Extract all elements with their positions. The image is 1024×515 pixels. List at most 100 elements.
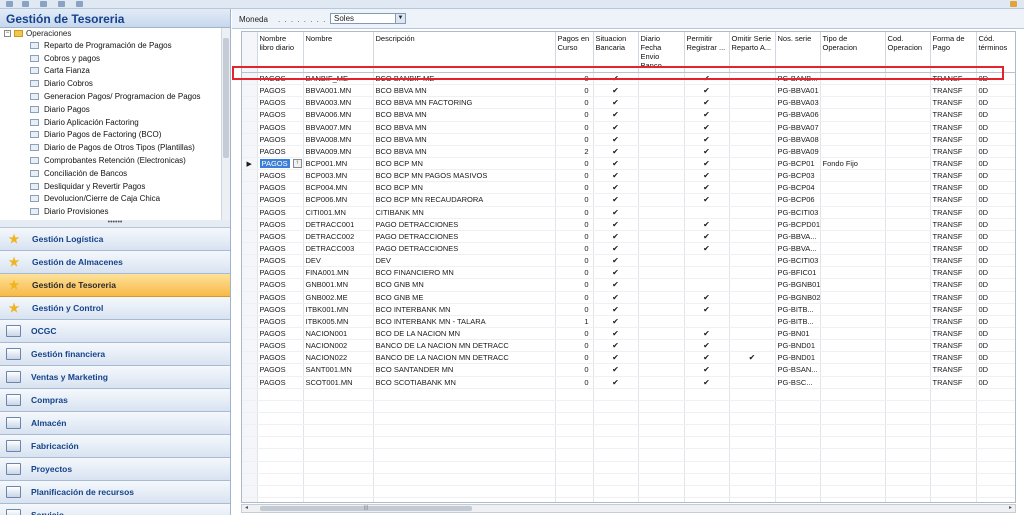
grid-cell[interactable] [257,388,304,401]
tree-scrollbar[interactable] [221,28,230,220]
grid-cell[interactable]: BBVA001.MN [303,84,374,98]
module-ventas-y-marketing[interactable]: Ventas y Marketing [0,366,230,389]
row-selector[interactable] [242,278,258,292]
grid-cell[interactable]: PG-BCITI03 [775,254,821,268]
grid-cell[interactable] [257,448,304,462]
grid-cell[interactable] [820,376,886,389]
module-gestión-de-almacenes[interactable]: ★ Gestión de Almacenes [0,251,230,274]
grid-cell[interactable] [820,84,886,98]
grid-cell[interactable]: TRANSF [930,133,977,146]
grid-cell[interactable]: 0 [555,278,594,292]
grid-cell[interactable] [684,485,730,498]
checkbox-cell[interactable]: ✔ [593,133,639,146]
module-compras[interactable]: Compras [0,389,230,412]
grid-cell[interactable] [820,278,886,292]
grid-cell[interactable]: PG-BSC... [775,376,821,389]
grid-cell[interactable]: PAGOS [257,291,304,304]
grid-cell[interactable]: 0D [976,376,1015,389]
checkbox-cell[interactable]: ✔ [593,169,639,183]
tree-item[interactable]: Conciliación de Bancos [0,167,230,180]
grid-cell[interactable] [885,121,931,134]
grid-cell[interactable] [885,424,931,438]
checkbox-cell[interactable] [729,339,776,353]
grid-cell[interactable] [638,436,685,450]
checkbox-cell[interactable] [638,254,685,268]
grid-cell[interactable]: PAGOS [257,351,304,365]
checkbox-cell[interactable]: ✔ [684,96,730,110]
checkbox-cell[interactable]: ✔ [593,218,639,231]
grid-cell[interactable] [775,473,821,486]
grid-cell[interactable]: 2 [555,145,594,158]
row-selector[interactable] [242,424,258,438]
grid-cell[interactable] [257,412,304,426]
toolbar-icon[interactable] [76,1,83,7]
grid-cell[interactable]: TRANSF [930,351,977,365]
grid-cell[interactable] [930,412,977,426]
grid-cell[interactable]: TRANSF [930,315,977,328]
grid-cell[interactable]: TRANSF [930,72,977,86]
table-row[interactable]: PAGOS DETRACC002 PAGO DETRACCIONES 0 ✔ ✔ PG-BB… [242,230,1015,243]
grid-cell[interactable]: 0D [976,84,1015,98]
empty-row[interactable] [242,497,1015,502]
grid-cell[interactable] [976,424,1015,438]
tree-item[interactable]: Devolucion/Cierre de Caja Chica [0,193,230,206]
grid-cell[interactable]: DETRACC003 [303,242,374,256]
grid-cell[interactable] [885,278,931,292]
checkbox-cell[interactable] [638,96,685,110]
checkbox-cell[interactable] [729,242,776,256]
grid-cell[interactable] [820,412,886,426]
grid-cell[interactable] [976,485,1015,498]
grid-cell[interactable] [303,473,374,486]
grid-cell[interactable] [775,497,821,502]
empty-row[interactable] [242,424,1015,438]
grid-cell[interactable] [729,448,776,462]
grid-cell[interactable] [684,400,730,413]
row-selector[interactable] [242,121,258,134]
grid-cell[interactable]: BBVA003.MN [303,96,374,110]
grid-cell[interactable]: 0 [555,363,594,377]
column-header[interactable]: Nos. serie [775,32,821,73]
grid-cell[interactable]: TRANSF [930,96,977,110]
checkbox-cell[interactable]: ✔ [593,121,639,134]
grid-cell[interactable] [820,206,886,219]
grid-cell[interactable]: TRANSF [930,303,977,316]
scroll-thumb[interactable]: ||| [260,506,472,511]
grid-cell[interactable] [775,400,821,413]
table-row[interactable]: PAGOS ITBK001.MN BCO INTERBANK MN 0 ✔ ✔ PG-BIT… [242,303,1015,316]
grid-cell[interactable]: 0 [555,169,594,183]
checkbox-cell[interactable] [729,157,776,171]
grid-cell[interactable]: PG-BGNB02 [775,291,821,304]
table-row[interactable]: PAGOS NACION002 BANCO DE LA NACION MN DETR… [242,339,1015,353]
scroll-thumb[interactable] [223,38,229,158]
grid-cell[interactable] [820,218,886,231]
grid-cell[interactable] [373,424,556,438]
row-selector[interactable] [242,473,258,486]
grid-cell[interactable]: 0D [976,193,1015,207]
grid-cell[interactable] [729,400,776,413]
grid-cell[interactable]: 0 [555,157,594,171]
table-row[interactable]: PAGOS BBVA006.MN BCO BBVA MN 0 ✔ ✔ PG-BBVA06 TR… [242,108,1015,122]
lookup-icon[interactable]: ↑ [292,159,302,169]
grid-cell[interactable]: 0 [555,121,594,134]
grid-cell[interactable]: BCO BBVA MN [373,84,556,98]
checkbox-cell[interactable]: ✔ [684,291,730,304]
row-selector[interactable] [242,108,258,122]
grid-cell[interactable] [976,400,1015,413]
grid-cell[interactable] [820,181,886,195]
checkbox-cell[interactable] [638,121,685,134]
checkbox-cell[interactable] [729,96,776,110]
grid-cell[interactable] [885,254,931,268]
grid-cell[interactable] [930,400,977,413]
grid-cell[interactable] [638,388,685,401]
grid-cell[interactable]: GNB001.MN [303,278,374,292]
checkbox-cell[interactable] [729,206,776,219]
grid-cell[interactable] [885,157,931,171]
row-selector[interactable] [242,376,258,389]
checkbox-cell[interactable]: ✔ [684,218,730,231]
checkbox-cell[interactable] [729,291,776,304]
table-row[interactable]: PAGOS BCP004.MN BCO BCP MN 0 ✔ ✔ PG-BCP04 TRANS… [242,181,1015,195]
grid-cell[interactable]: 0 [555,254,594,268]
grid-cell[interactable] [373,436,556,450]
checkbox-cell[interactable]: ✔ [729,351,776,365]
checkbox-cell[interactable] [729,121,776,134]
